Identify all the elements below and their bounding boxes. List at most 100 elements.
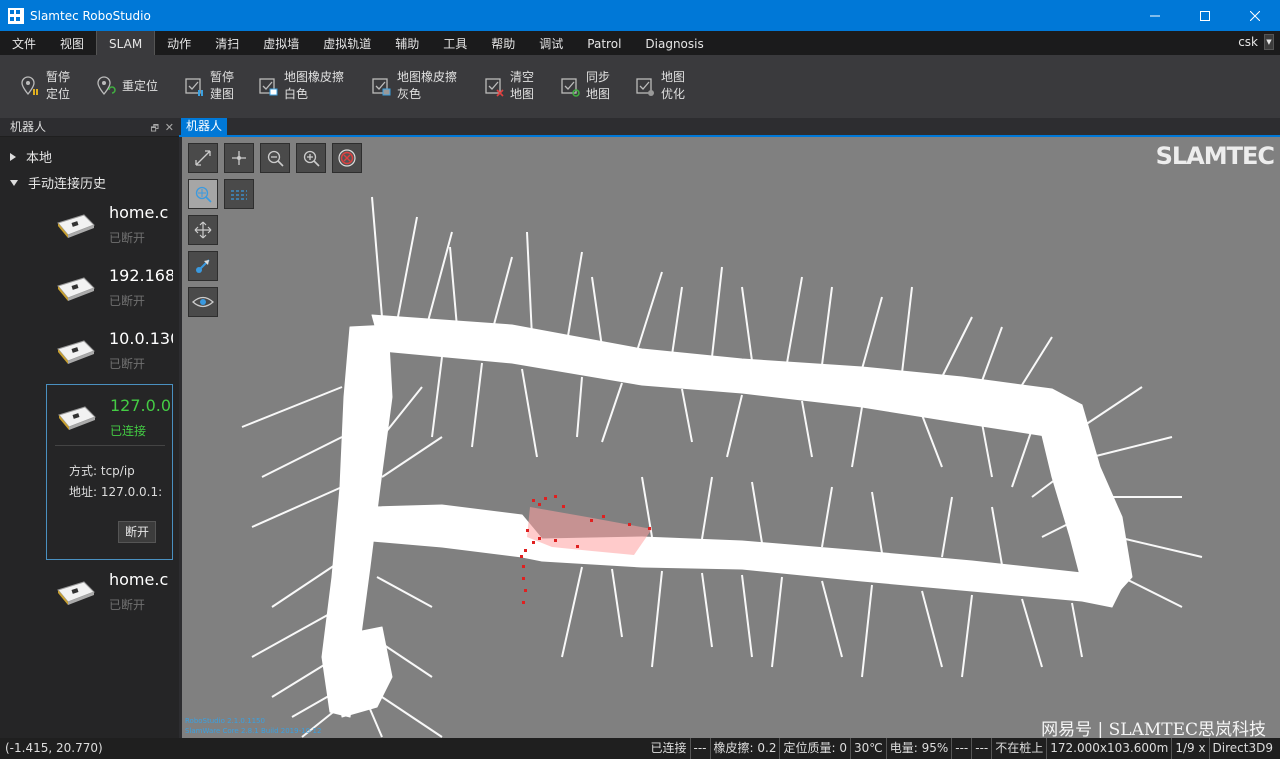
menu-assist[interactable]: 辅助	[383, 31, 431, 55]
close-icon	[1250, 10, 1260, 21]
robot-entry[interactable]: 10.0.130 已断开	[46, 325, 173, 387]
zoom-out-button[interactable]	[260, 143, 290, 173]
close-button[interactable]	[1230, 0, 1280, 31]
panel-title: 机器人	[10, 120, 47, 134]
chevron-down-icon: ▼	[1264, 34, 1274, 50]
temperature: 30℃	[849, 738, 886, 759]
robot-entry[interactable]: home.c 已断开	[46, 566, 173, 628]
pause-localization-button[interactable]: 暂停 定位	[20, 69, 70, 103]
connection-mode: 方式: tcp/ip	[69, 464, 135, 478]
slam-ribbon: 暂停 定位 重定位 暂停 建图 地图橡皮擦 白色 地图橡皮擦 灰色 清空 地图 同步 地图 …	[0, 55, 1280, 118]
robot-board-icon	[57, 214, 95, 238]
app-logo-icon	[8, 7, 24, 24]
version-info: RoboStudio 2.1.0.1150 SlamWare Core 2.8.…	[185, 717, 322, 735]
menu-debug[interactable]: 调试	[527, 31, 575, 55]
pause-mapping-button[interactable]: 暂停 建图	[184, 69, 234, 103]
robot-panel: 本地 手动连接历史 home.c 已断开 192.168 已断开 10.0.13…	[0, 137, 179, 738]
status-placeholder: ---	[951, 738, 971, 759]
menu-bar: 文件 视图 SLAM 动作 清扫 虚拟墙 虚拟轨道 辅助 工具 帮助 调试 Pa…	[0, 31, 1280, 55]
robot-board-icon	[57, 277, 95, 301]
target-zoom-icon	[195, 186, 212, 203]
title-bar: Slamtec RoboStudio	[0, 0, 1280, 31]
expand-arrows-icon	[195, 150, 211, 166]
eraser-gray-button[interactable]: 地图橡皮擦 灰色	[371, 69, 457, 103]
eraser-gray-icon	[372, 78, 391, 96]
user-name: csk	[1238, 35, 1258, 49]
set-pose-button[interactable]	[188, 251, 218, 281]
document-tab-strip: 机器人	[179, 118, 1280, 137]
eraser-size: 橡皮擦: 0.2	[709, 738, 780, 759]
window-title: Slamtec RoboStudio	[30, 8, 151, 23]
clear-map-icon	[485, 78, 504, 97]
optimize-map-button[interactable]: 地图 优化	[635, 69, 685, 103]
menu-virtual-wall[interactable]: 虚拟墙	[251, 31, 311, 55]
zoom-in-icon	[303, 150, 320, 167]
robot-entry[interactable]: home.c 已断开	[46, 199, 173, 261]
maximize-button[interactable]	[1180, 0, 1230, 31]
laser-scan-button[interactable]	[224, 179, 254, 209]
user-dropdown[interactable]: csk ▼	[1238, 34, 1274, 50]
pin-relocate-icon	[97, 76, 116, 95]
center-robot-button[interactable]	[224, 143, 254, 173]
stop-icon	[338, 149, 356, 167]
cursor-coordinates: (-1.415, 20.770)	[5, 741, 103, 755]
pan-button[interactable]	[188, 215, 218, 245]
slam-map-canvas[interactable]: SLAMTEC RoboStudio 2.1.0.1150 SlamWare C…	[182, 137, 1280, 738]
disconnect-button[interactable]: 断开	[118, 521, 156, 543]
robot-entry[interactable]: 192.168 已断开	[46, 262, 173, 324]
tree-node-local[interactable]: 本地	[10, 147, 52, 166]
collapse-icon	[10, 179, 18, 186]
map-pause-icon	[185, 78, 203, 96]
menu-view[interactable]: 视图	[48, 31, 96, 55]
tree-node-history[interactable]: 手动连接历史	[10, 173, 106, 192]
connection-address: 地址: 127.0.0.1:	[69, 485, 163, 499]
zoom-in-button[interactable]	[296, 143, 326, 173]
pose-arrow-icon	[196, 259, 210, 273]
menu-clean[interactable]: 清扫	[203, 31, 251, 55]
panel-close-icon[interactable]: ✕	[165, 121, 174, 134]
stop-button[interactable]	[332, 143, 362, 173]
crosshair-icon	[232, 151, 246, 165]
locate-zoom-button[interactable]	[188, 179, 218, 209]
eraser-white-button[interactable]: 地图橡皮擦 白色	[258, 69, 344, 103]
zoom-level: 1/9 x	[1171, 738, 1208, 759]
eraser-white-icon	[259, 78, 278, 96]
battery-level: 电量: 95%	[885, 738, 952, 759]
scan-lines-icon	[231, 190, 247, 200]
menu-tools[interactable]: 工具	[431, 31, 479, 55]
clear-map-button[interactable]: 清空 地图	[484, 69, 534, 103]
relocalize-button[interactable]: 重定位	[96, 69, 158, 103]
fit-view-button[interactable]	[188, 143, 218, 173]
dock-status: 不在桩上	[991, 738, 1046, 759]
divider	[55, 445, 165, 446]
minimize-icon	[1150, 15, 1160, 16]
menu-file[interactable]: 文件	[0, 31, 48, 55]
zoom-out-icon	[267, 150, 284, 167]
status-placeholder: ---	[971, 738, 991, 759]
menu-diagnosis[interactable]: Diagnosis	[633, 31, 715, 55]
status-placeholder: ---	[689, 738, 710, 759]
robot-board-icon	[57, 581, 95, 605]
connection-status: 已连接	[650, 741, 687, 755]
robot-entry-connected[interactable]: 127.0.0. 已连接 方式: tcp/ip 地址: 127.0.0.1: 断…	[46, 384, 173, 560]
menu-patrol[interactable]: Patrol	[575, 31, 633, 55]
sync-map-button[interactable]: 同步 地图	[560, 69, 610, 103]
move-arrows-icon	[194, 221, 212, 239]
view-button[interactable]	[188, 287, 218, 317]
menu-help[interactable]: 帮助	[479, 31, 527, 55]
optimize-map-icon	[636, 78, 654, 96]
map-size: 172.000x103.600m	[1046, 738, 1171, 759]
menu-slam[interactable]: SLAM	[96, 31, 156, 55]
minimize-button[interactable]	[1130, 0, 1180, 31]
menu-virtual-track[interactable]: 虚拟轨道	[311, 31, 383, 55]
pin-icon[interactable]: 🗗	[150, 124, 158, 134]
sync-map-icon	[561, 78, 580, 97]
maximize-icon	[1200, 10, 1210, 21]
tab-robot[interactable]: 机器人	[181, 118, 228, 135]
watermark: 网易号 | SLAMTEC思岚科技	[1041, 720, 1266, 738]
localization-quality: 定位质量: 0	[779, 738, 850, 759]
expand-icon	[10, 152, 16, 161]
robot-panel-header: 机器人 🗗 ✕	[0, 118, 179, 137]
menu-action[interactable]: 动作	[155, 31, 203, 55]
eye-icon	[192, 296, 214, 308]
